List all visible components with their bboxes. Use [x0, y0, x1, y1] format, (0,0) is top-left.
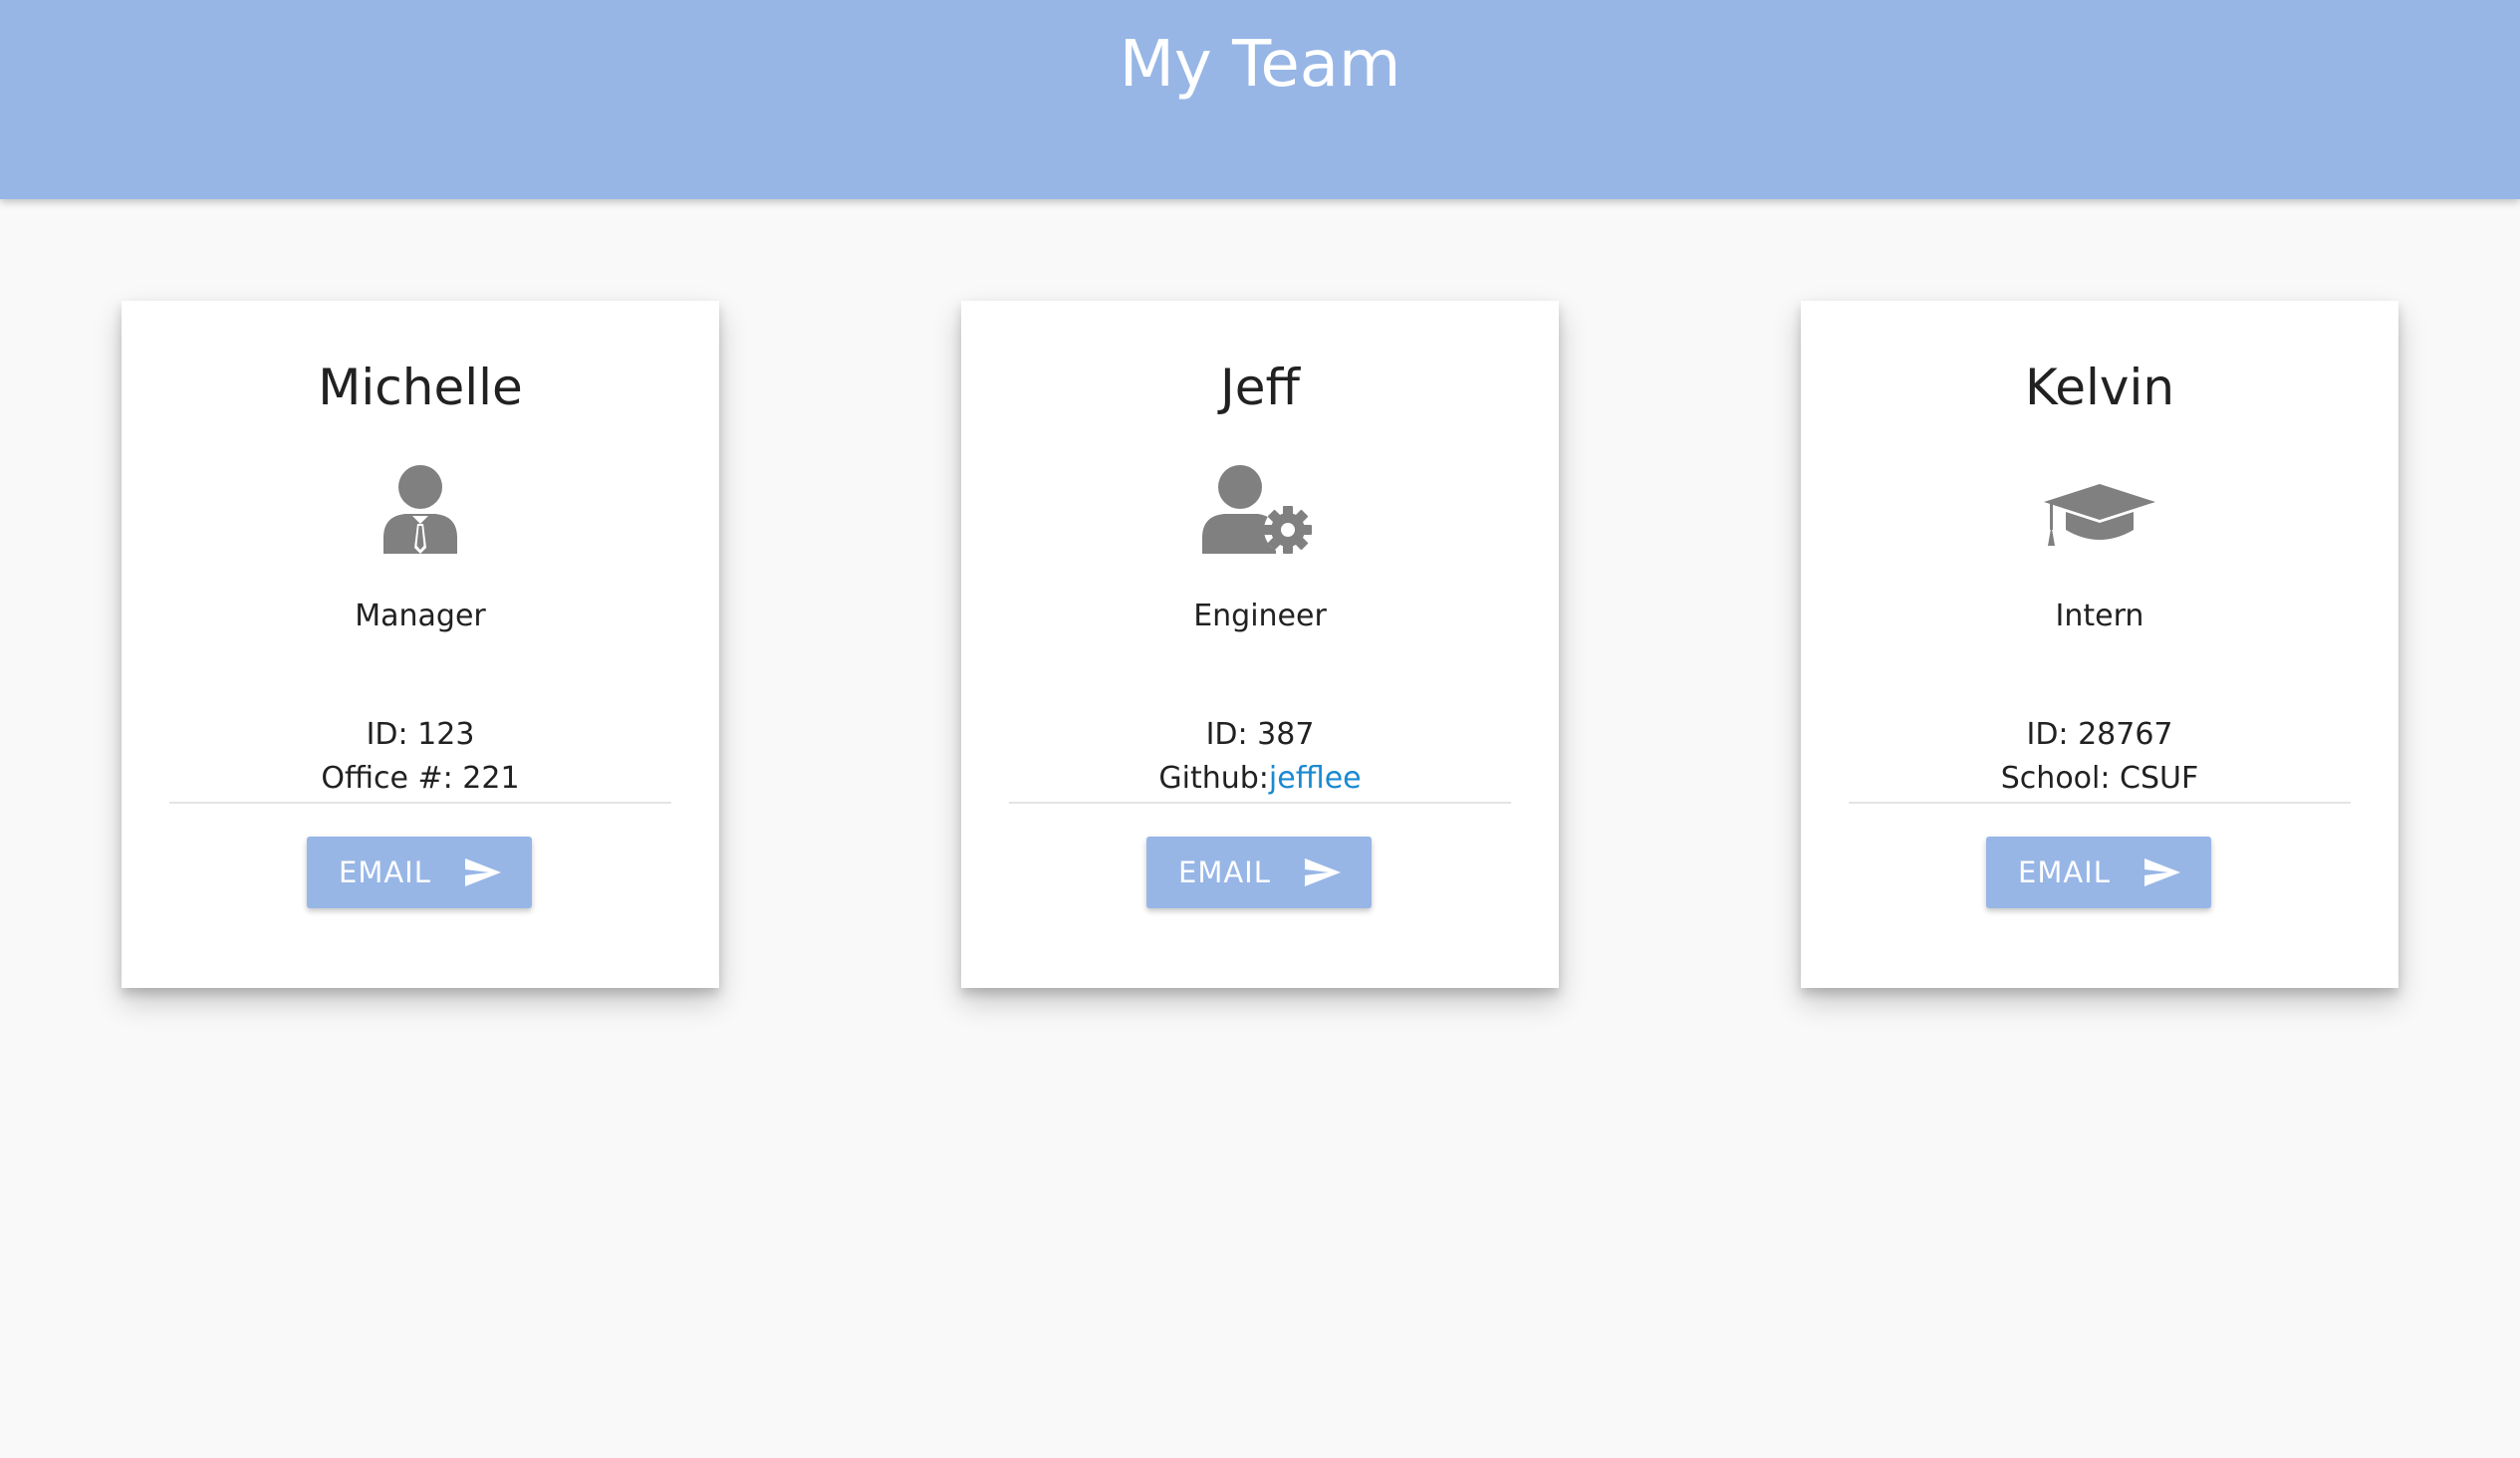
member-role: Engineer — [1193, 599, 1327, 633]
member-github: Github:jefflee — [961, 757, 1559, 801]
send-icon — [2143, 856, 2181, 888]
member-role: Manager — [355, 599, 486, 633]
member-id: ID: 387 — [1205, 717, 1315, 752]
member-name: Kelvin — [2024, 359, 2175, 416]
divider — [1009, 802, 1511, 804]
divider — [1849, 802, 2351, 804]
team-card-manager: Michelle Manager ID: 123 Office #: 221 E… — [122, 301, 719, 988]
member-role: Intern — [2055, 599, 2144, 633]
email-button-label: EMAIL — [2018, 855, 2111, 889]
send-icon — [464, 856, 502, 888]
send-icon — [1304, 856, 1342, 888]
team-card-engineer: Jeff Engineer ID: 387 Github:jefflee EMA… — [961, 301, 1559, 988]
member-name: Michelle — [318, 359, 523, 416]
engineer-icon — [1160, 460, 1360, 580]
github-prefix: Github: — [1158, 761, 1269, 796]
email-button[interactable]: EMAIL — [1986, 837, 2211, 908]
page-title: My Team — [1119, 28, 1401, 102]
graduation-cap-icon — [2000, 460, 2199, 580]
team-card-intern: Kelvin Intern ID: 28767 School: CSUF EMA… — [1801, 301, 2398, 988]
email-button-label: EMAIL — [339, 855, 431, 889]
member-id: ID: 123 — [366, 717, 475, 752]
email-button[interactable]: EMAIL — [1146, 837, 1372, 908]
email-button[interactable]: EMAIL — [307, 837, 532, 908]
divider — [169, 802, 671, 804]
member-id: ID: 28767 — [2026, 717, 2173, 752]
member-school: School: CSUF — [2000, 761, 2199, 796]
member-name: Jeff — [1220, 359, 1300, 416]
github-link[interactable]: jefflee — [1269, 761, 1362, 796]
member-office: Office #: 221 — [321, 761, 520, 796]
page-header: My Team — [0, 0, 2520, 199]
manager-icon — [321, 460, 520, 580]
email-button-label: EMAIL — [1178, 855, 1271, 889]
